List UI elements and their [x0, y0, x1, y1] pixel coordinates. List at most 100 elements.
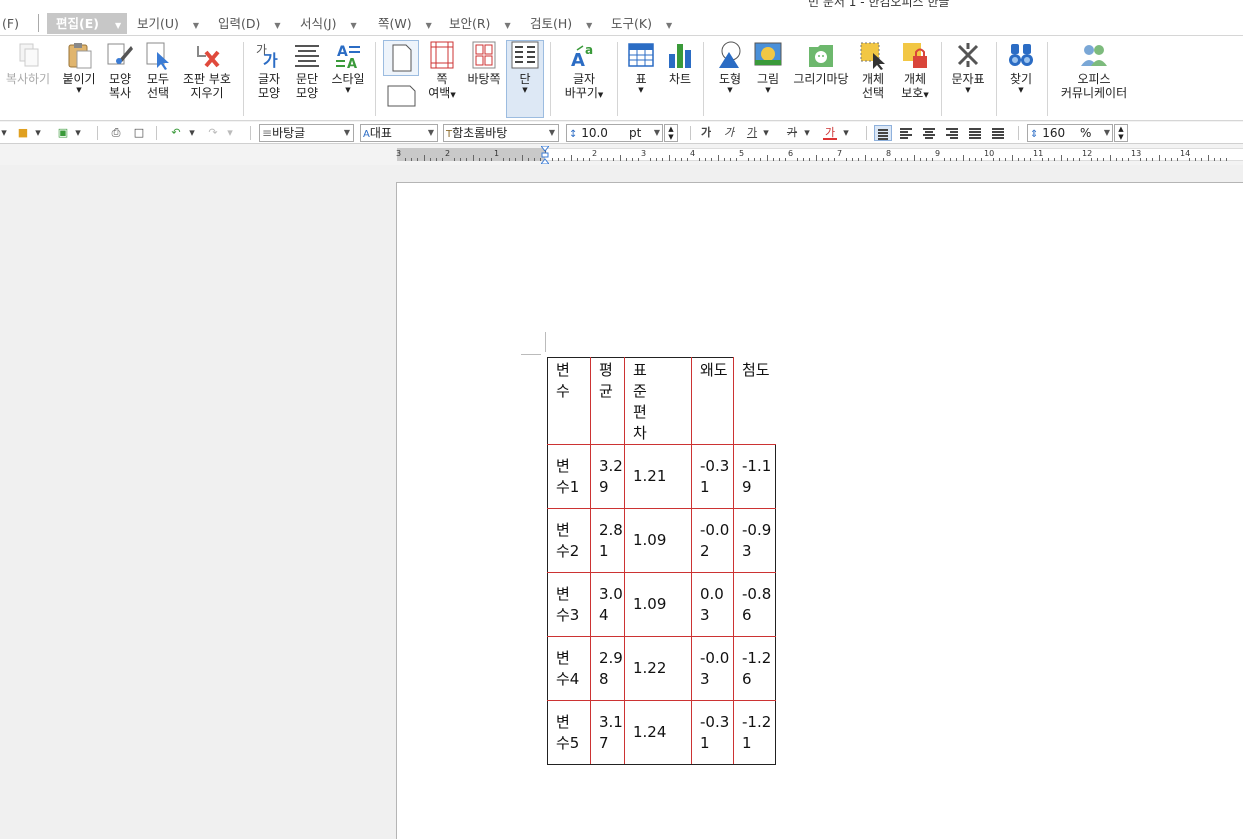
document-area[interactable]: 변수 평균 표준편차 왜도 첨도 변수1 3.29 1.21 -0.31 -1.… [0, 165, 1243, 839]
menu-format[interactable]: 서식(J) ▼ [300, 13, 357, 34]
line-spacing-spinner[interactable]: ▲ ▼ [1114, 124, 1128, 142]
split-align-button[interactable] [989, 125, 1007, 141]
document-page[interactable]: 변수 평균 표준편차 왜도 첨도 변수1 3.29 1.21 -0.31 -1.… [396, 182, 1243, 839]
table-cell[interactable]: -1.21 [733, 700, 776, 765]
table-cell[interactable]: 3.17 [590, 700, 625, 765]
chevron-down-icon[interactable]: ▾ [762, 126, 770, 140]
table-cell[interactable]: 변수2 [547, 508, 591, 573]
chart-button[interactable]: 차트 [663, 40, 697, 86]
table-cell[interactable]: 3.04 [590, 572, 625, 637]
print-icon[interactable]: ⎙ [108, 126, 124, 140]
object-select-button[interactable]: 개체 선택 [857, 40, 889, 100]
table-cell[interactable]: -0.02 [691, 508, 734, 573]
table-cell[interactable]: 변수5 [547, 700, 591, 765]
table-cell[interactable]: 1.09 [624, 572, 692, 637]
find-button[interactable]: 찾기 ▼ [1004, 40, 1038, 94]
table-cell[interactable]: 변수4 [547, 636, 591, 701]
table-header-cell[interactable]: 평균 [590, 357, 625, 445]
font-select[interactable]: T함초롬바탕 ▼ [443, 124, 559, 142]
table-cell[interactable]: 변수1 [547, 444, 591, 509]
page-margin-button[interactable]: 쪽 여백▼ [425, 40, 459, 102]
table-header-cell[interactable]: 왜도 [691, 357, 734, 445]
underline-button[interactable]: 가 [745, 126, 759, 140]
symbols-button[interactable]: 문자표 ▼ [948, 40, 988, 94]
drawing-gallery-button[interactable]: 그리기마당 [790, 40, 852, 86]
chevron-down-icon[interactable]: ▾ [74, 126, 82, 140]
shape-button[interactable]: 도형 ▼ [712, 40, 748, 94]
office-communicator-button[interactable]: 오피스 커뮤니케이터 [1056, 40, 1132, 100]
table-cell[interactable]: -1.19 [733, 444, 776, 509]
select-all-button[interactable]: 모두 선택 [141, 40, 175, 100]
table-cell[interactable]: 1.09 [624, 508, 692, 573]
justify-button[interactable] [874, 125, 892, 141]
chevron-down-icon[interactable]: ▾ [34, 126, 42, 140]
style-button[interactable]: AA 스타일 ▼ [328, 40, 368, 94]
char-change-button[interactable]: Aa 글자 바꾸기▼ [562, 40, 606, 102]
table-cell[interactable]: 변수3 [547, 572, 591, 637]
redo-icon[interactable]: ↷ [205, 126, 221, 140]
menu-review[interactable]: 검토(H) ▼ [530, 13, 592, 34]
format-copy-button[interactable]: 모양 복사 [103, 40, 137, 100]
table-cell[interactable]: -0.03 [691, 636, 734, 701]
clear-marks-button[interactable]: 조판 부호 지우기 [180, 40, 234, 100]
style-select[interactable]: ≡바탕글 ▼ [259, 124, 354, 142]
chevron-down-icon[interactable]: ▾ [226, 126, 234, 140]
align-center-button[interactable] [920, 125, 938, 141]
table-header-cell[interactable]: 첨도 [733, 357, 776, 445]
menu-file[interactable]: (F) [2, 13, 19, 34]
horizontal-ruler[interactable]: 3211234567891011121314 [0, 145, 1243, 165]
align-right-button[interactable] [943, 125, 961, 141]
table-header-cell[interactable]: 표준편차 [624, 357, 692, 445]
open-folder-icon[interactable]: ■ [14, 126, 32, 140]
table-cell[interactable]: -0.31 [691, 444, 734, 509]
table-header-cell[interactable]: 변수 [547, 357, 591, 445]
italic-button[interactable]: 가 [722, 126, 736, 140]
table-cell[interactable]: 1.21 [624, 444, 692, 509]
align-left-button[interactable] [897, 125, 915, 141]
paste-button[interactable]: 붙이기 ▼ [60, 40, 98, 94]
table-cell[interactable]: 1.24 [624, 700, 692, 765]
line-spacing-input[interactable]: ⇕ 160 % ▼ [1027, 124, 1113, 142]
language-select[interactable]: A대표 ▼ [360, 124, 438, 142]
table-cell[interactable]: 3.29 [590, 444, 625, 509]
menu-page[interactable]: 쪽(W) ▼ [378, 13, 432, 34]
menu-security[interactable]: 보안(R) ▼ [449, 13, 511, 34]
columns-button[interactable]: 단 ▼ [508, 40, 542, 94]
table-cell[interactable]: -0.86 [733, 572, 776, 637]
master-page-button[interactable]: 바탕쪽 [465, 40, 503, 86]
para-shape-button[interactable]: 문단 모양 [290, 40, 324, 100]
save-icon[interactable]: ▣ [55, 126, 71, 140]
table-cell[interactable]: 0.03 [691, 572, 734, 637]
menu-tools[interactable]: 도구(K) ▼ [611, 13, 672, 34]
picture-button[interactable]: 그림 ▼ [752, 40, 784, 94]
font-size-input[interactable]: ↕ 10.0 pt ▼ [566, 124, 663, 142]
chevron-down-icon[interactable]: ▾ [803, 126, 811, 140]
chevron-down-icon[interactable]: ▾ [842, 126, 850, 140]
page-orientation-button[interactable] [382, 40, 420, 112]
ruler-tick [631, 158, 633, 161]
indent-marker[interactable] [539, 145, 551, 165]
statistics-table[interactable]: 변수 평균 표준편차 왜도 첨도 변수1 3.29 1.21 -0.31 -1.… [547, 357, 776, 765]
table-cell[interactable]: 2.81 [590, 508, 625, 573]
undo-icon[interactable]: ↶ [168, 126, 184, 140]
menu-insert[interactable]: 입력(D) ▼ [218, 13, 281, 34]
char-shape-button[interactable]: 가가 글자 모양 [252, 40, 286, 100]
table-cell[interactable]: -0.31 [691, 700, 734, 765]
menu-view[interactable]: 보기(U) ▼ [137, 13, 199, 34]
table-button[interactable]: 표 ▼ [625, 40, 657, 94]
distribute-button[interactable] [966, 125, 984, 141]
menu-edit[interactable]: 편집(E) ▼ [47, 13, 128, 34]
strikethrough-button[interactable]: 가 [785, 126, 799, 140]
font-color-button[interactable]: 가 [823, 126, 837, 140]
table-cell[interactable]: -1.26 [733, 636, 776, 701]
chevron-down-icon[interactable]: ▾ [188, 126, 196, 140]
font-size-spinner[interactable]: ▲ ▼ [664, 124, 678, 142]
copy-button[interactable]: 복사하기 [4, 40, 52, 86]
object-protect-button[interactable]: 개체 보호▼ [896, 40, 934, 102]
table-cell[interactable]: -0.93 [733, 508, 776, 573]
table-cell[interactable]: 2.98 [590, 636, 625, 701]
bold-button[interactable]: 가 [699, 126, 713, 140]
table-cell[interactable]: 1.22 [624, 636, 692, 701]
chevron-down-icon[interactable]: ▾ [0, 126, 8, 140]
print-preview-icon[interactable]: □ [131, 126, 147, 140]
